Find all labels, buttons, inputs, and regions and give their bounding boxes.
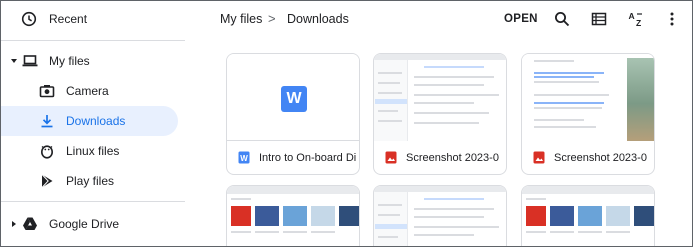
sidebar-item-google-drive[interactable]: Google Drive — [1, 209, 185, 239]
collapse-arrow-icon[interactable] — [10, 220, 18, 228]
file-name: Screenshot 2023-0 — [406, 152, 499, 164]
clock-icon — [21, 11, 37, 27]
svg-text:A: A — [629, 11, 635, 21]
sidebar-item-label: Google Drive — [49, 217, 120, 231]
sidebar-divider — [1, 40, 185, 41]
play-store-icon — [41, 174, 53, 188]
breadcrumb-current[interactable]: Downloads — [287, 12, 349, 26]
expand-arrow-icon[interactable] — [10, 57, 18, 65]
sidebar-divider — [1, 201, 185, 202]
sidebar-item-camera[interactable]: Camera — [1, 76, 185, 106]
screenshot-preview — [522, 54, 654, 141]
file-name: Intro to On-board Di — [259, 152, 357, 164]
screenshot-preview — [522, 186, 654, 246]
sidebar-item-label: My files — [49, 54, 90, 68]
sidebar-item-label: Play files — [66, 174, 115, 188]
file-card[interactable]: Screenshot 2023-0 — [373, 53, 507, 175]
file-thumbnail — [374, 54, 506, 141]
download-icon — [41, 115, 53, 128]
sidebar-item-label: Linux files — [66, 144, 120, 158]
sidebar-item-my-files[interactable]: My files — [1, 46, 185, 76]
file-thumbnail — [522, 54, 654, 141]
sidebar-item-label: Downloads — [66, 114, 126, 128]
sidebar-item-downloads[interactable]: Downloads — [1, 106, 178, 136]
sidebar-item-play-files[interactable]: Play files — [1, 166, 185, 196]
sidebar: Recent My files Camera Downloads Linux f… — [1, 1, 185, 246]
file-card[interactable] — [226, 185, 360, 246]
penguin-icon — [41, 145, 53, 159]
file-card[interactable] — [521, 185, 655, 246]
screenshot-preview — [227, 186, 359, 246]
google-drive-icon — [23, 217, 37, 230]
screenshot-preview — [374, 186, 506, 246]
toolbar: My files > Downloads OPEN A Z — [186, 1, 692, 39]
screenshot-preview — [374, 54, 506, 141]
file-grid: W W Intro to On-board Di Screenshot 2023… — [186, 40, 692, 246]
file-card[interactable]: W W Intro to On-board Di — [226, 53, 360, 175]
image-file-icon — [385, 151, 397, 164]
sidebar-item-label: Camera — [66, 84, 109, 98]
file-card[interactable] — [373, 185, 507, 246]
breadcrumb-separator: > — [268, 11, 276, 26]
file-name: Screenshot 2023-0 — [554, 152, 647, 164]
more-options-icon[interactable] — [664, 11, 680, 27]
sort-icon[interactable]: A Z — [628, 11, 644, 27]
open-button[interactable]: OPEN — [504, 13, 538, 25]
sidebar-item-label: Recent — [49, 12, 88, 26]
svg-text:W: W — [240, 154, 248, 163]
svg-text:Z: Z — [636, 18, 641, 27]
list-view-icon[interactable] — [591, 11, 607, 27]
camera-icon — [39, 85, 55, 98]
search-icon[interactable] — [554, 11, 570, 27]
breadcrumb-root[interactable]: My files — [220, 12, 262, 26]
sidebar-item-linux-files[interactable]: Linux files — [1, 136, 185, 166]
laptop-icon — [22, 55, 38, 67]
sidebar-item-recent[interactable]: Recent — [1, 4, 185, 34]
file-card[interactable]: Screenshot 2023-0 — [521, 53, 655, 175]
image-file-icon — [533, 151, 545, 164]
doc-file-icon: W — [238, 151, 250, 164]
file-thumbnail: W — [227, 54, 359, 141]
word-doc-icon: W — [281, 86, 307, 112]
